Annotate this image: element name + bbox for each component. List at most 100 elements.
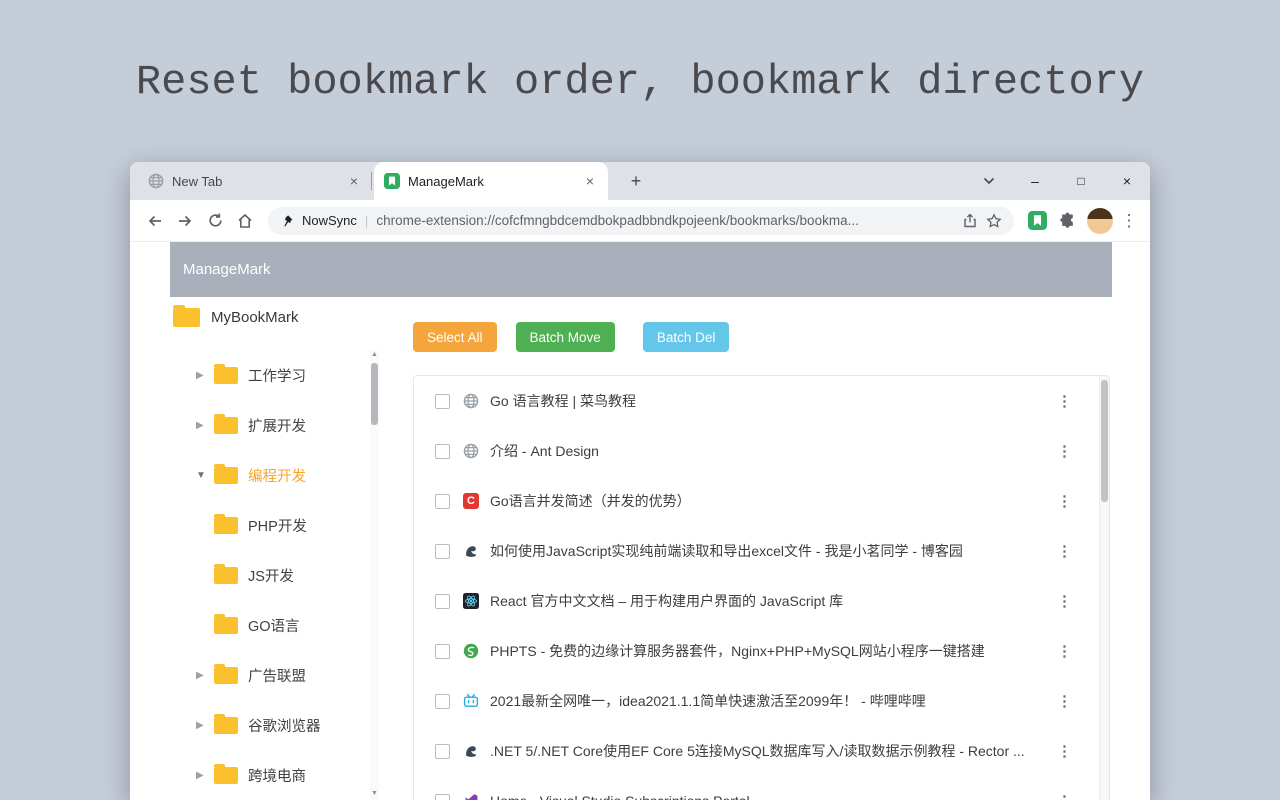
select-all-button[interactable]: Select All — [413, 322, 497, 352]
row-menu-icon[interactable]: ⋮ — [1057, 792, 1072, 800]
bilibili-icon — [463, 693, 479, 709]
row-menu-icon[interactable]: ⋮ — [1057, 742, 1072, 760]
bookmark-checkbox[interactable] — [435, 543, 450, 559]
expand-arrow-icon[interactable]: ▶ — [196, 420, 214, 431]
sidebar-folder-3[interactable]: ▼ 编程开发 — [174, 450, 366, 500]
batch-move-button[interactable]: Batch Move — [515, 322, 615, 352]
folder-icon — [214, 463, 238, 484]
bookmark-title[interactable]: .NET 5/.NET Core使用EF Core 5连接MySQL数据库写入/… — [490, 741, 1057, 761]
folder-label: 编程开发 — [248, 468, 306, 485]
row-menu-icon[interactable]: ⋮ — [1057, 392, 1072, 410]
browser-menu-icon[interactable]: ⋮ — [1118, 211, 1140, 231]
bookmark-checkbox[interactable] — [435, 393, 450, 409]
row-menu-icon[interactable]: ⋮ — [1057, 492, 1072, 510]
row-menu-icon[interactable]: ⋮ — [1057, 642, 1072, 660]
bookmark-row-8[interactable]: .NET 5/.NET Core使用EF Core 5连接MySQL数据库写入/… — [414, 726, 1109, 776]
collapse-arrow-icon[interactable]: ▼ — [196, 470, 214, 481]
sidebar-folder-5[interactable]: JS开发 — [174, 550, 366, 600]
expand-arrow-icon[interactable]: ▶ — [196, 670, 214, 681]
tab-close-icon[interactable]: × — [582, 173, 598, 189]
batch-del-button[interactable]: Batch Del — [642, 322, 730, 352]
folder-label: 谷歌浏览器 — [248, 718, 321, 735]
bookmark-checkbox[interactable] — [435, 593, 450, 609]
managemark-extension-icon — [384, 173, 400, 189]
managemark-extension-icon[interactable] — [1022, 211, 1052, 230]
share-icon[interactable] — [962, 213, 978, 229]
reload-icon[interactable] — [200, 212, 230, 229]
bookmark-row-6[interactable]: PHPTS - 免费的边缘计算服务器套件，Nginx+PHP+MySQL网站小程… — [414, 626, 1109, 676]
extensions-puzzle-icon[interactable] — [1052, 212, 1082, 229]
sidebar-folder-9[interactable]: ▶ 跨境电商 — [174, 750, 366, 800]
bookmark-checkbox[interactable] — [435, 443, 450, 459]
bookmark-list: Go 语言教程 | 菜鸟教程 ⋮ 介绍 - Ant Design ⋮ C Go语言并发简述… — [413, 375, 1110, 800]
sidebar-folder-8[interactable]: ▶ 谷歌浏览器 — [174, 700, 366, 750]
bookmark-row-4[interactable]: 如何使用JavaScript实现纯前端读取和导出excel文件 - 我是小茗同学… — [414, 526, 1109, 576]
sidebar-folder-2[interactable]: ▶ 扩展开发 — [174, 400, 366, 450]
sidebar-folder-4[interactable]: PHP开发 — [174, 500, 366, 550]
bookmark-title[interactable]: PHPTS - 免费的边缘计算服务器套件，Nginx+PHP+MySQL网站小程… — [490, 641, 1057, 661]
bookmark-checkbox[interactable] — [435, 693, 450, 709]
bookmark-title[interactable]: Go语言并发简述（并发的优势） — [490, 491, 1057, 511]
folder-icon — [214, 413, 238, 434]
home-icon[interactable] — [230, 212, 260, 230]
back-icon[interactable] — [140, 212, 170, 230]
bookmark-row-1[interactable]: Go 语言教程 | 菜鸟教程 ⋮ — [414, 376, 1109, 426]
sidebar-folder-1[interactable]: ▶ 工作学习 — [174, 350, 366, 400]
bookmark-title[interactable]: 如何使用JavaScript实现纯前端读取和导出excel文件 - 我是小茗同学… — [490, 541, 1057, 561]
minimize-button[interactable]: – — [1012, 162, 1058, 200]
folder-icon — [214, 513, 238, 534]
scrollbar-thumb[interactable] — [371, 363, 378, 425]
bookmark-checkbox[interactable] — [435, 493, 450, 509]
sidebar-scrollbar[interactable]: ▲ ▼ — [370, 350, 379, 800]
tab-search-chevron-icon[interactable] — [966, 162, 1012, 200]
bookmark-title[interactable]: Home - Visual Studio Subscriptions Porta… — [490, 793, 1057, 800]
cnblogs-icon — [463, 743, 479, 759]
page-header-title: ManageMark — [183, 261, 271, 278]
row-menu-icon[interactable]: ⋮ — [1057, 692, 1072, 710]
bookmark-title[interactable]: Go 语言教程 | 菜鸟教程 — [490, 391, 1057, 411]
bookmark-row-2[interactable]: 介绍 - Ant Design ⋮ — [414, 426, 1109, 476]
extension-name-text: NowSync — [302, 213, 357, 228]
bookmark-title[interactable]: 2021最新全网唯一，idea2021.1.1简单快速激活至2099年！ - 哔… — [490, 691, 1057, 711]
bookmark-star-icon[interactable] — [986, 212, 1002, 229]
bookmark-title[interactable]: 介绍 - Ant Design — [490, 441, 1057, 461]
scrollbar-thumb[interactable] — [1101, 380, 1108, 502]
expand-arrow-icon[interactable]: ▶ — [196, 370, 214, 381]
scroll-down-icon[interactable]: ▼ — [370, 790, 379, 797]
tab-managemark[interactable]: ManageMark × — [374, 162, 608, 200]
tab-new-tab[interactable]: New Tab × — [138, 162, 372, 200]
new-tab-button[interactable]: + — [624, 169, 648, 193]
visualstudio-icon — [463, 793, 479, 800]
browser-window: New Tab × ManageMark × + – □ × NowSync |… — [130, 162, 1150, 800]
address-bar[interactable]: NowSync | chrome-extension://cofcfmngbdc… — [268, 206, 1014, 235]
sidebar-folder-6[interactable]: GO语言 — [174, 600, 366, 650]
bookmark-row-7[interactable]: 2021最新全网唯一，idea2021.1.1简单快速激活至2099年！ - 哔… — [414, 676, 1109, 726]
expand-arrow-icon[interactable]: ▶ — [196, 770, 214, 781]
scroll-up-icon[interactable]: ▲ — [370, 351, 379, 358]
bookmark-checkbox[interactable] — [435, 793, 450, 800]
tab-close-icon[interactable]: × — [346, 173, 362, 189]
sidebar-root-folder[interactable]: MyBookMark — [173, 305, 299, 327]
root-folder-label: MyBookMark — [211, 309, 299, 326]
bookmark-title[interactable]: React 官方中文文档 – 用于构建用户界面的 JavaScript 库 — [490, 591, 1057, 611]
row-menu-icon[interactable]: ⋮ — [1057, 592, 1072, 610]
screenshot-caption: Reset bookmark order, bookmark directory — [135, 58, 1145, 106]
tab-label: New Tab — [172, 173, 223, 189]
profile-avatar[interactable] — [1087, 207, 1113, 234]
bookmark-row-3[interactable]: C Go语言并发简述（并发的优势） ⋮ — [414, 476, 1109, 526]
maximize-button[interactable]: □ — [1058, 162, 1104, 200]
bookmark-row-9[interactable]: Home - Visual Studio Subscriptions Porta… — [414, 776, 1109, 800]
bookmark-checkbox[interactable] — [435, 743, 450, 759]
bookmark-row-5[interactable]: React 官方中文文档 – 用于构建用户界面的 JavaScript 库 ⋮ — [414, 576, 1109, 626]
desktop-background: Reset bookmark order, bookmark directory… — [0, 0, 1280, 800]
globe-icon — [463, 443, 479, 459]
close-button[interactable]: × — [1104, 162, 1150, 200]
cnblogs-icon — [463, 543, 479, 559]
bookmark-checkbox[interactable] — [435, 643, 450, 659]
forward-icon[interactable] — [170, 212, 200, 230]
list-scrollbar[interactable] — [1099, 376, 1109, 800]
row-menu-icon[interactable]: ⋮ — [1057, 442, 1072, 460]
expand-arrow-icon[interactable]: ▶ — [196, 720, 214, 731]
row-menu-icon[interactable]: ⋮ — [1057, 542, 1072, 560]
sidebar-folder-7[interactable]: ▶ 广告联盟 — [174, 650, 366, 700]
